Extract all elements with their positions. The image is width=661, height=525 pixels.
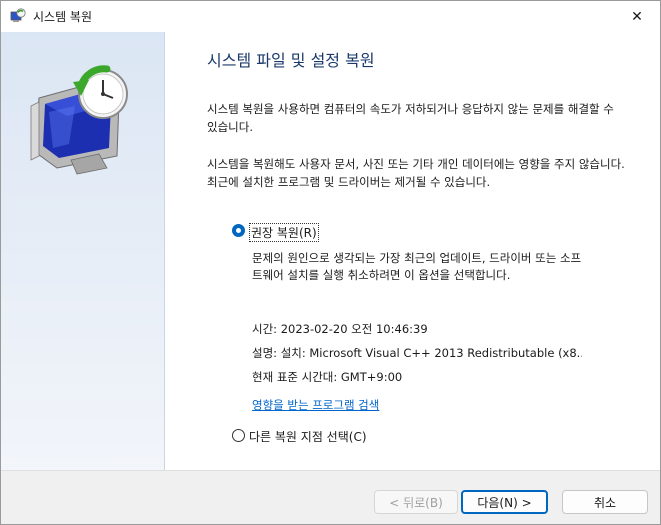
system-restore-window: 시스템 복원 ✕ 시스템 파일 및 설정 복원 시스템 복원을 사용하면 컴퓨터…: [0, 0, 661, 525]
cancel-button[interactable]: 취소: [562, 490, 648, 514]
title-bar: 시스템 복원 ✕: [1, 1, 660, 32]
choose-other-restore-point-label[interactable]: 다른 복원 지점 선택(C): [249, 428, 367, 445]
recommended-restore-radio[interactable]: [232, 224, 245, 237]
main-content: 시스템 파일 및 설정 복원 시스템 복원을 사용하면 컴퓨터의 속도가 저하되…: [165, 32, 660, 470]
restore-monitor-clock-icon: [27, 56, 137, 176]
sidebar-banner: [1, 32, 165, 470]
scan-affected-programs-link[interactable]: 영향을 받는 프로그램 검색: [252, 397, 379, 413]
choose-other-restore-point-radio[interactable]: [232, 429, 245, 442]
restore-point-description: 설명: 설치: Microsoft Visual C++ 2013 Redist…: [252, 346, 582, 360]
next-button[interactable]: 다음(N) >: [461, 490, 548, 514]
data-notice-paragraph: 시스템을 복원해도 사용자 문서, 사진 또는 기타 개인 데이터에는 영향을 …: [207, 157, 625, 189]
restore-point-time: 시간: 2023-02-20 오전 10:46:39: [252, 322, 428, 336]
recommended-restore-description: 문제의 원인으로 생각되는 가장 최근의 업데이트, 드라이버 또는 소프트웨어…: [252, 251, 582, 282]
button-bar: < 뒤로(B) 다음(N) > 취소: [1, 470, 660, 524]
system-restore-icon: [10, 8, 26, 24]
timezone-info: 현재 표준 시간대: GMT+9:00: [252, 370, 403, 384]
page-title: 시스템 파일 및 설정 복원: [207, 51, 375, 70]
back-button[interactable]: < 뒤로(B): [374, 490, 458, 514]
recommended-restore-label[interactable]: 권장 복원(R): [249, 223, 319, 242]
window-title: 시스템 복원: [33, 10, 93, 24]
close-button[interactable]: ✕: [614, 1, 660, 32]
intro-paragraph: 시스템 복원을 사용하면 컴퓨터의 속도가 저하되거나 응답하지 않는 문제를 …: [207, 102, 614, 134]
close-icon: ✕: [631, 8, 643, 25]
